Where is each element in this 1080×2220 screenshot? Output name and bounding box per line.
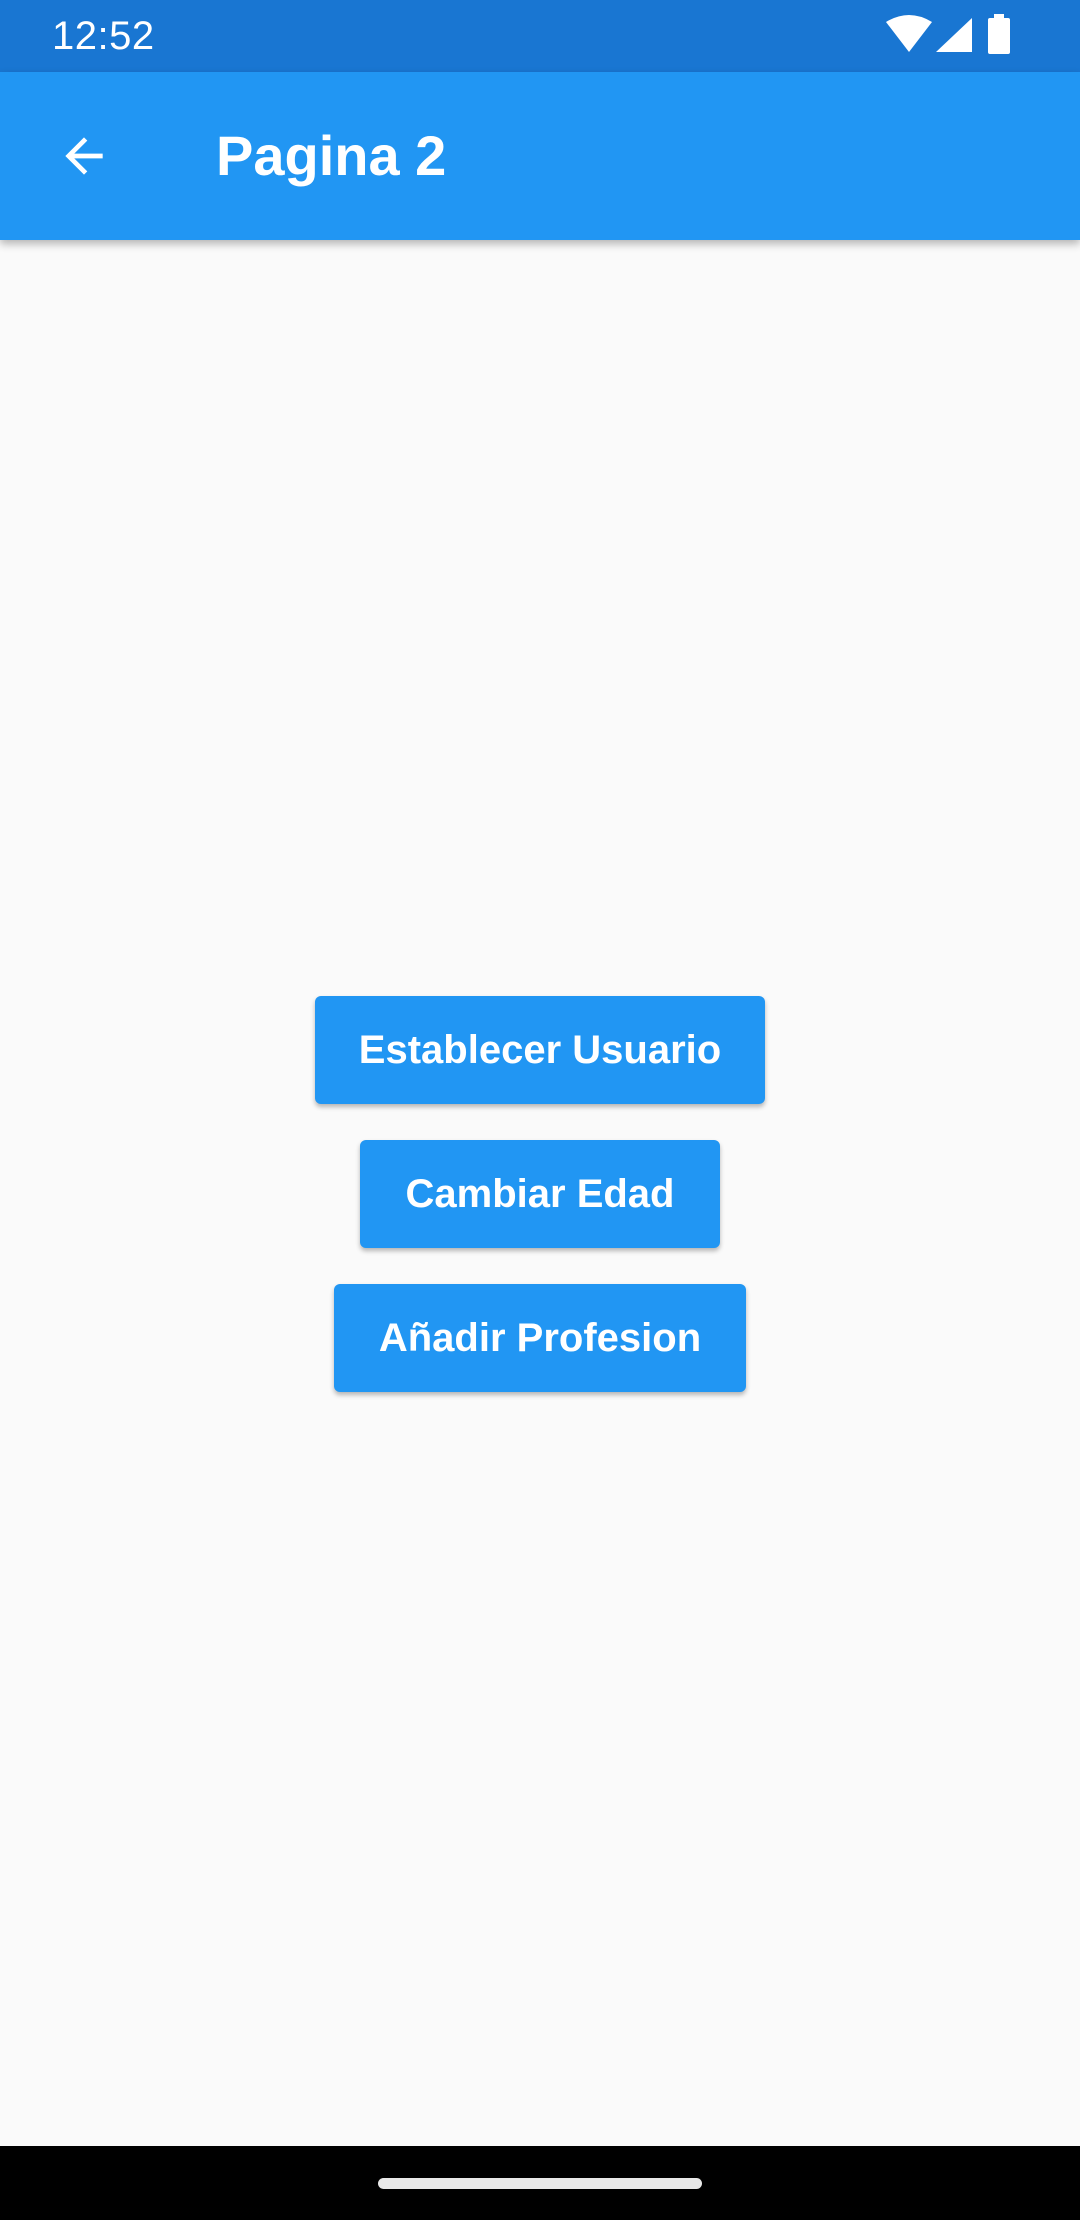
arrow-back-icon [65,137,103,175]
establecer-usuario-button[interactable]: Establecer Usuario [315,996,765,1104]
navigation-bar [0,2146,1080,2220]
anadir-profesion-button[interactable]: Añadir Profesion [334,1284,746,1392]
cambiar-edad-label: Cambiar Edad [405,1171,675,1216]
cell-signal-icon [936,18,972,52]
anadir-profesion-label: Añadir Profesion [378,1315,702,1360]
main-content: Establecer Usuario Cambiar Edad Añadir P… [0,240,1080,2146]
battery-icon [988,14,1010,54]
establecer-usuario-label: Establecer Usuario [358,1027,722,1072]
status-icons [880,0,1080,72]
app-bar: Pagina 2 [0,72,1080,240]
wifi-icon [886,15,932,52]
page-title: Pagina 2 [216,124,447,187]
home-gesture-handle[interactable] [378,2178,702,2189]
cambiar-edad-button[interactable]: Cambiar Edad [360,1140,720,1248]
status-time: 12:52 [52,14,155,58]
back-button[interactable] [28,100,140,212]
status-bar: 12:52 [0,0,1080,72]
